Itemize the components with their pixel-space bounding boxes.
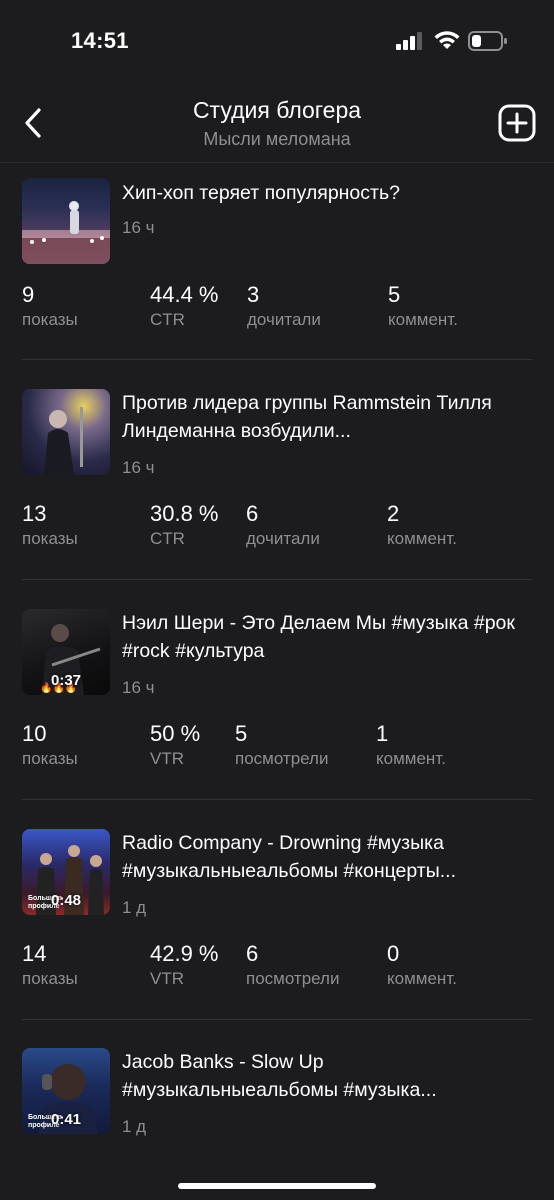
status-time: 14:51 (71, 28, 129, 53)
stat-ctr: 30.8 % CTR (150, 501, 219, 550)
stat-comments: 2 коммент. (387, 501, 457, 550)
video-duration: 0:48 (50, 892, 82, 909)
post-title[interactable]: Нэил Шери - Это Делаем Мы #музыка #рок #… (122, 609, 532, 665)
stat-value: 5 (235, 721, 248, 746)
stat-vtr: 50 % VTR (150, 721, 200, 770)
stat-label: показы (22, 969, 78, 988)
channel-name: Мысли меломана (203, 129, 351, 149)
stat-comments: 1 коммент. (376, 721, 446, 770)
stat-value: 14 (22, 941, 47, 966)
post-age: 1 д (122, 1117, 147, 1136)
stat-value: 13 (22, 501, 47, 526)
stat-value: 10 (22, 721, 47, 746)
wifi-icon (434, 31, 460, 49)
stat-views: 5 посмотрели (235, 721, 328, 770)
cellular-signal-icon (396, 32, 422, 50)
post-age: 16 ч (122, 458, 155, 477)
stat-ctr: 44.4 % CTR (150, 282, 219, 331)
stat-value: 50 % (150, 721, 201, 746)
stat-label: дочитали (247, 310, 321, 329)
stat-label: коммент. (388, 310, 458, 329)
status-bar: 14:51 (0, 0, 554, 80)
stat-label: VTR (150, 969, 184, 988)
stat-value: 6 (246, 501, 259, 526)
battery-icon (468, 31, 507, 51)
stat-label: CTR (150, 310, 185, 329)
stat-vtr: 42.9 % VTR (150, 941, 219, 990)
stat-impressions: 14 показы (22, 941, 78, 990)
stat-value: 6 (246, 941, 259, 966)
post-title[interactable]: Хип-хоп теряет популярность? (122, 179, 532, 207)
stat-impressions: 9 показы (22, 282, 78, 331)
navigation-bar: Студия блогера Мысли меломана (0, 80, 554, 163)
divider (22, 1019, 532, 1020)
divider (22, 799, 532, 800)
post-title[interactable]: Radio Company - Drowning #музыка #музыка… (122, 829, 532, 885)
post-thumbnail: Больше в профиле 0:41 (22, 1048, 110, 1134)
post-title[interactable]: Против лидера группы Rammstein Тилля Лин… (122, 389, 532, 445)
stat-label: CTR (150, 529, 185, 548)
stat-impressions: 13 показы (22, 501, 78, 550)
add-post-button[interactable] (498, 104, 536, 142)
stat-value: 44.4 % (150, 282, 219, 307)
post-title[interactable]: Jacob Banks - Slow Up #музыкальныеальбом… (122, 1048, 532, 1104)
stat-comments: 5 коммент. (388, 282, 458, 331)
home-indicator[interactable] (178, 1183, 376, 1189)
stat-label: посмотрели (246, 969, 340, 988)
stat-label: коммент. (387, 529, 457, 548)
stat-label: дочитали (246, 529, 320, 548)
post-age: 16 ч (122, 218, 155, 237)
stat-value: 42.9 % (150, 941, 219, 966)
stat-value: 3 (247, 282, 260, 307)
stat-read-through: 3 дочитали (247, 282, 321, 331)
post-thumbnail: 🔥🔥🔥 0:37 (22, 609, 110, 695)
post-age: 16 ч (122, 678, 155, 697)
stat-label: показы (22, 749, 78, 768)
stat-value: 0 (387, 941, 400, 966)
video-duration: 0:37 (50, 672, 82, 689)
stat-label: коммент. (376, 749, 446, 768)
stat-label: коммент. (387, 969, 457, 988)
stat-comments: 0 коммент. (387, 941, 457, 990)
video-duration: 0:41 (50, 1111, 82, 1128)
stat-value: 2 (387, 501, 400, 526)
stat-value: 30.8 % (150, 501, 219, 526)
stat-read-through: 6 дочитали (246, 501, 320, 550)
post-thumbnail (22, 178, 110, 264)
stat-label: показы (22, 529, 78, 548)
stat-impressions: 10 показы (22, 721, 78, 770)
divider (22, 579, 532, 580)
post-thumbnail: Больше в профиле 0:48 (22, 829, 110, 915)
stat-value: 9 (22, 282, 35, 307)
stat-label: VTR (150, 749, 184, 768)
stat-value: 1 (376, 721, 389, 746)
stat-value: 5 (388, 282, 401, 307)
post-age: 1 д (122, 898, 147, 917)
stat-views: 6 посмотрели (246, 941, 339, 990)
post-thumbnail (22, 389, 110, 475)
stat-label: показы (22, 310, 78, 329)
stat-label: посмотрели (235, 749, 329, 768)
divider (22, 359, 532, 360)
page-title: Студия блогера (192, 97, 362, 123)
